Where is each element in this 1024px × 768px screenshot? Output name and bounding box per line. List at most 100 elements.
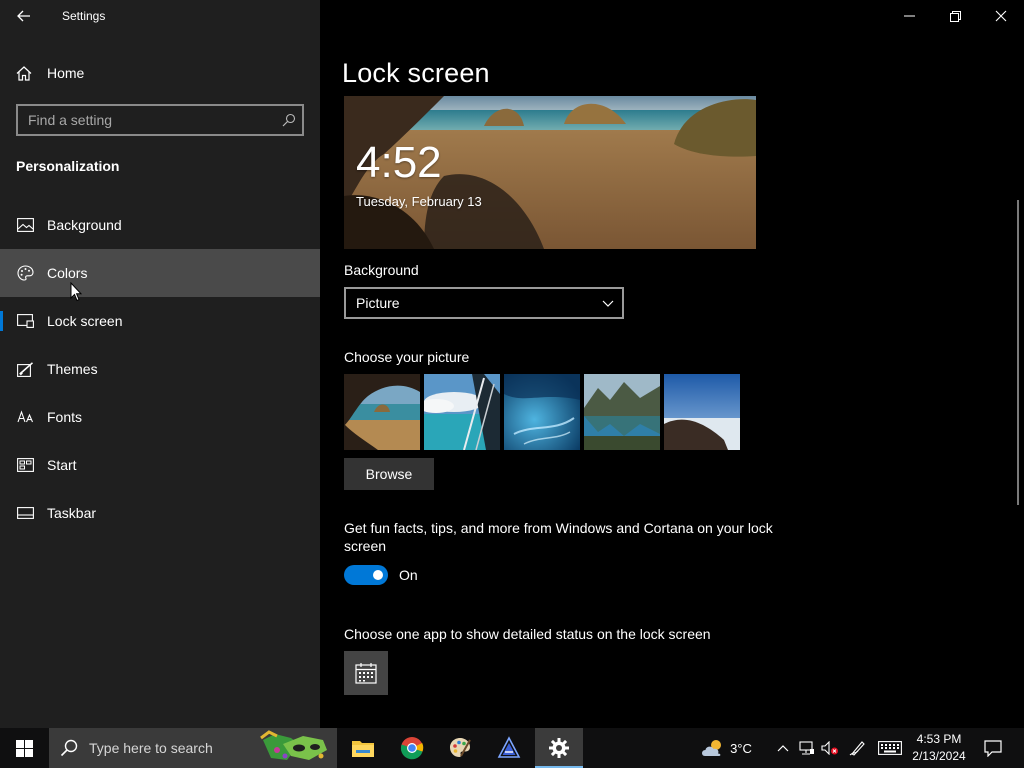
picture-icon — [16, 217, 34, 233]
preview-date: Tuesday, February 13 — [356, 194, 482, 209]
preview-time: 4:52 — [356, 138, 442, 187]
clock-time: 4:53 PM — [916, 732, 962, 746]
close-icon — [995, 10, 1007, 22]
title-bar: Settings — [0, 0, 320, 32]
detailed-status-label: Choose one app to show detailed status o… — [344, 626, 711, 642]
speaker-muted-icon — [821, 741, 838, 755]
picture-thumbnail-underwater[interactable] — [504, 374, 580, 450]
home-label: Home — [47, 65, 85, 81]
network-icon — [799, 741, 814, 755]
triangle-app-icon — [497, 736, 521, 758]
minimize-button[interactable] — [886, 0, 932, 32]
picture-thumbnail-cliff-sea[interactable] — [664, 374, 740, 450]
app-title: Settings — [62, 9, 106, 23]
sidebar-item-fonts[interactable]: Fonts — [0, 393, 320, 441]
taskbar-search-box[interactable]: Type here to search — [49, 728, 337, 768]
chrome-taskbar-button[interactable] — [388, 728, 436, 768]
picture-thumbnails — [344, 374, 740, 450]
detailed-status-app-button[interactable] — [344, 651, 388, 695]
keyboard-icon — [878, 741, 902, 755]
sidebar: Settings Home Personalization Background… — [0, 0, 320, 728]
sidebar-item-label: Colors — [47, 265, 88, 281]
personalization-nav: Background Colors Lock screen Themes Fon… — [0, 201, 320, 537]
search-icon — [49, 739, 89, 757]
sidebar-item-colors[interactable]: Colors — [0, 249, 320, 297]
sidebar-item-label: Lock screen — [47, 313, 123, 329]
search-icon[interactable] — [276, 113, 302, 127]
background-type-dropdown[interactable]: Picture — [344, 287, 624, 319]
weather-widget[interactable]: 3°C — [696, 728, 756, 768]
windows-logo-icon — [15, 739, 33, 757]
picture-thumbnail-mountain-lake[interactable] — [584, 374, 660, 450]
sidebar-item-taskbar[interactable]: Taskbar — [0, 489, 320, 537]
notification-icon — [984, 739, 1002, 757]
lock-screen-icon — [16, 313, 34, 329]
content-scrollbar[interactable] — [1017, 200, 1019, 505]
sidebar-item-label: Fonts — [47, 409, 83, 425]
touch-keyboard-button[interactable] — [876, 728, 904, 768]
section-heading: Personalization — [16, 158, 120, 174]
selection-indicator — [0, 311, 3, 331]
action-center-button[interactable] — [978, 728, 1008, 768]
sidebar-item-label: Taskbar — [47, 505, 97, 521]
start-icon — [16, 457, 34, 473]
chrome-icon — [400, 737, 424, 760]
mouse-cursor-icon — [70, 282, 82, 302]
taskbar-search-placeholder: Type here to search — [89, 740, 213, 756]
pen-icon — [849, 741, 865, 756]
chevron-up-icon — [777, 744, 789, 751]
palette-icon — [16, 265, 34, 281]
fun-facts-label: Get fun facts, tips, and more from Windo… — [344, 520, 773, 554]
weather-temperature: 3°C — [730, 740, 752, 756]
minimize-icon — [903, 15, 915, 17]
network-tray-button[interactable] — [796, 728, 818, 768]
picture-thumbnail-ocean-sail[interactable] — [424, 374, 500, 450]
paint-taskbar-button[interactable] — [436, 728, 484, 768]
clock-date: 2/13/2024 — [912, 749, 966, 763]
calendar-icon — [355, 663, 377, 684]
partly-cloudy-icon — [702, 740, 722, 756]
picture-thumbnail-cave-beach[interactable] — [344, 374, 420, 450]
background-type-value: Picture — [356, 295, 400, 311]
sidebar-item-label: Background — [47, 217, 122, 233]
show-hidden-icons-button[interactable] — [773, 728, 793, 768]
back-button[interactable] — [8, 4, 40, 28]
sidebar-item-label: Themes — [47, 361, 98, 377]
sidebar-item-label: Start — [47, 457, 77, 473]
choose-picture-label: Choose your picture — [344, 349, 470, 365]
brush-icon — [16, 361, 34, 377]
pen-tray-button[interactable] — [847, 728, 869, 768]
find-setting-search[interactable] — [16, 104, 304, 136]
chevron-down-icon — [594, 300, 622, 307]
folder-icon — [352, 741, 374, 757]
taskbar: Type here to search 3°C 4:53 PM 2/13/202… — [0, 728, 1024, 768]
start-button[interactable] — [0, 728, 48, 768]
page-title: Lock screen — [342, 58, 490, 88]
toggle-state-label: On — [399, 567, 418, 583]
close-button[interactable] — [978, 0, 1024, 32]
find-setting-input[interactable] — [18, 106, 276, 134]
browse-button[interactable]: Browse — [344, 458, 434, 490]
home-nav-item[interactable]: Home — [0, 56, 320, 90]
restore-icon — [949, 10, 961, 22]
background-label: Background — [344, 262, 419, 278]
toggle-knob — [373, 570, 383, 580]
sidebar-item-start[interactable]: Start — [0, 441, 320, 489]
lock-screen-preview: 4:52 Tuesday, February 13 — [344, 96, 756, 249]
restore-button[interactable] — [932, 0, 978, 32]
volume-tray-button[interactable] — [819, 728, 841, 768]
settings-taskbar-button[interactable] — [535, 728, 583, 768]
file-explorer-taskbar-button[interactable] — [339, 728, 387, 768]
gear-icon — [549, 738, 569, 758]
sidebar-item-background[interactable]: Background — [0, 201, 320, 249]
sidebar-item-themes[interactable]: Themes — [0, 345, 320, 393]
back-arrow-icon — [17, 10, 30, 22]
search-highlight-mask-icon — [260, 730, 327, 760]
sidebar-item-lock-screen[interactable]: Lock screen — [0, 297, 320, 345]
palette-icon — [450, 738, 471, 757]
app-taskbar-button[interactable] — [485, 728, 533, 768]
taskbar-icon — [16, 505, 34, 521]
taskbar-clock[interactable]: 4:53 PM 2/13/2024 — [906, 730, 972, 766]
home-icon — [16, 65, 34, 81]
fun-facts-toggle[interactable] — [344, 565, 388, 585]
